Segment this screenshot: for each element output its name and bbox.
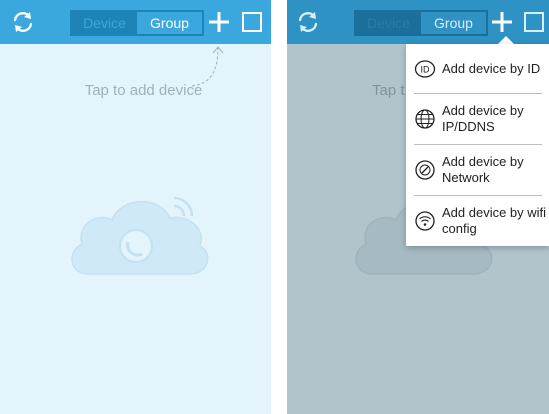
svg-text:ID: ID — [421, 65, 431, 75]
tab-group[interactable]: Group — [421, 12, 486, 34]
cloud-icon — [71, 196, 209, 275]
empty-state-area: Tap to add device — [0, 44, 271, 414]
globe-icon — [415, 109, 435, 129]
device-group-segmented-control: Device Group — [354, 10, 488, 36]
tap-to-add-hint: Tap t — [372, 82, 405, 99]
tab-device[interactable]: Device — [356, 12, 421, 34]
menu-item-label: Add device by ID — [442, 61, 541, 76]
menu-item-label: Add device by IP/DDNS — [442, 103, 524, 134]
menu-item-add-by-id[interactable]: ID Add device by ID — [406, 44, 549, 94]
top-bar: Device Group — [0, 0, 271, 44]
add-icon[interactable] — [491, 11, 513, 33]
wifi-icon — [415, 211, 435, 231]
menu-item-label: Add device by Network — [442, 154, 524, 185]
menu-item-add-by-wifi-config[interactable]: Add device by wifi config — [406, 196, 549, 246]
refresh-icon[interactable] — [10, 9, 36, 35]
menu-item-add-by-network[interactable]: Add device by Network — [406, 145, 549, 195]
refresh-icon[interactable] — [295, 9, 321, 35]
network-icon — [415, 160, 435, 180]
device-group-segmented-control: Device Group — [70, 10, 204, 36]
multi-view-icon[interactable] — [242, 12, 262, 32]
tab-group[interactable]: Group — [137, 12, 202, 34]
menu-item-add-by-ip-ddns[interactable]: Add device by IP/DDNS — [406, 94, 549, 144]
tab-device[interactable]: Device — [72, 12, 137, 34]
device-list-screen: Device Group Tap to add device — [0, 0, 271, 414]
menu-item-label: Add device by wifi config — [442, 205, 547, 236]
add-device-menu: ID Add device by ID Add device by IP/DDN… — [406, 44, 549, 246]
tap-to-add-hint: Tap to add device — [84, 82, 203, 99]
id-icon: ID — [414, 60, 436, 78]
multi-view-icon[interactable] — [524, 12, 544, 32]
add-icon[interactable] — [208, 11, 230, 33]
